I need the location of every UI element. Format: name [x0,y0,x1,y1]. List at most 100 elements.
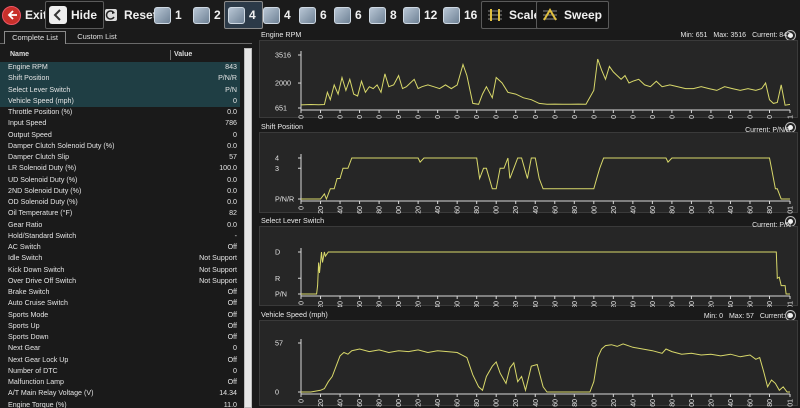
x-tick-label: 340 [630,206,637,214]
list-item[interactable]: LR Solenoid Duty (%) 100.0 [0,163,240,174]
list-item[interactable]: Malfunction Lamp Off [0,377,240,388]
list-item[interactable]: Input Speed 786 [0,118,240,129]
list-item[interactable]: OD Solenoid Duty (%) 0.0 [0,197,240,208]
x-tick-label: 100 [396,206,403,214]
list-item[interactable]: Sports Up Off [0,321,240,332]
layout-button-6[interactable]: 6 [299,1,327,29]
list-item[interactable]: Shift Position P/N/R [0,73,240,85]
graph-title: Shift Position [261,122,303,131]
layout-button-12[interactable]: 12 [403,1,437,29]
list-item[interactable]: Throttle Position (%) 0.0 [0,107,240,118]
layout-button-1[interactable]: 1 [154,1,182,29]
list-item[interactable]: Select Lever Switch P/N [0,84,240,96]
parameter-name: 2ND Solenoid Duty (%) [8,186,82,195]
parameter-value: Off [227,321,237,330]
y-tick-label: 651 [275,104,287,113]
hide-label: Hide [71,8,98,22]
graph-panel[interactable]: Shift Position Current: P/N/R 4 3 P/N/R 0 20 40… [259,122,800,214]
x-tick-label: 80 [377,301,384,307]
graph-plot[interactable]: Current: P/N D R P/N 0 20 40 60 80 100 120 140 160 18… [259,222,798,307]
x-tick-label: 501 [788,301,795,307]
graph-plot[interactable]: Min: 0 Max: 57 Current: 0 57 0 0 20 40 60 80 100 12… [259,313,798,407]
parameter-name: Brake Switch [8,288,50,296]
layout-button-4-selected[interactable]: 4 [224,1,263,29]
list-item[interactable]: AC Switch Off [0,242,240,253]
x-tick-label: 480 [767,206,774,214]
layout-button-8[interactable]: 8 [369,1,397,29]
list-item[interactable]: Sports Mode Off [0,310,240,321]
exit-button[interactable]: Exit [2,1,47,29]
parameter-name: Engine RPM [8,63,48,71]
list-item[interactable]: Number of DTC 0 [0,366,240,377]
parameter-name: Shift Position [8,74,50,83]
parameter-value: Not Support [199,254,237,263]
graph-panel[interactable]: Select Lever Switch Current: P/N D R P/N 0 20 4… [259,216,800,307]
column-divider[interactable] [170,50,171,60]
list-item[interactable]: Output Speed 0 [0,130,240,141]
list-item[interactable]: Kick Down Switch Not Support [0,265,240,276]
list-item[interactable]: A/T Main Relay Voltage (V) 14.34 [0,388,240,399]
layout-label: 4 [249,8,256,22]
y-tick-label: R [275,274,280,283]
hide-icon [49,6,67,24]
graph-plot[interactable]: Current: P/N/R 4 3 P/N/R 0 20 40 60 80 100 120 140 1… [259,127,798,214]
sweep-button[interactable]: Sweep [536,1,610,29]
list-item[interactable]: Sports Down Off [0,332,240,343]
hide-button[interactable]: Hide [45,1,105,29]
list-item[interactable]: Brake Switch Off [0,287,240,298]
parameter-value: Off [227,288,237,296]
list-item[interactable]: Next Gear 0 [0,343,240,354]
list-item[interactable]: Vehicle Speed (mph) 0 [0,95,240,107]
column-header-name[interactable]: Name [10,51,29,58]
list-item[interactable]: Gear Ratio 0.0 [0,220,240,231]
x-tick-label: 280 [572,399,579,407]
layout-button-6b[interactable]: 6 [334,1,362,29]
layout-button-16[interactable]: 16 [443,1,477,29]
x-tick-label: 20 [318,301,325,307]
graph-panel[interactable]: Vehicle Speed (mph) Min: 0 Max: 57 Current:… [259,310,800,407]
list-item[interactable]: 2ND Solenoid Duty (%) 0.0 [0,186,240,197]
x-tick-label: 40 [338,301,345,307]
x-tick-label: 260 [552,115,559,119]
x-tick-label: 220 [513,399,520,407]
scrollbar[interactable] [244,48,252,408]
list-item[interactable]: Idle Switch Not Support [0,253,240,264]
parameter-name: LR Solenoid Duty (%) [8,164,77,173]
graph-stat-max: Max: 3516 [713,32,747,39]
list-item[interactable]: Next Gear Lock Up Off [0,355,240,366]
parameter-name: Next Gear [8,344,41,353]
graph-stat-min: Min: 651 [680,32,708,39]
list-item[interactable]: Damper Clutch Slip 57 [0,152,240,163]
list-item[interactable]: Oil Temperature (°F) 82 [0,208,240,219]
list-item[interactable]: Engine Torque (%) 11.0 [0,400,240,408]
parameter-list: Engine RPM 843 Shift Position P/N/R Select L… [0,62,240,408]
x-tick-label: 240 [533,115,540,119]
x-tick-label: 220 [513,301,520,307]
parameter-name: Number of DTC [8,366,58,375]
parameter-name: Idle Switch [8,254,43,263]
parameter-value: 100.0 [219,164,237,173]
x-tick-label: 0 [299,115,306,119]
parameter-value: 57 [229,153,237,161]
column-header-value[interactable]: Value [174,51,192,58]
graph-plot[interactable]: Min: 651 Max: 3516 Current: 843 3516 2000 651… [259,32,798,119]
layout-label: 6 [320,8,327,22]
graph-panel[interactable]: Engine RPM Min: 651 Max: 3516 Current: 843 3… [259,30,800,119]
layout-button-2[interactable]: 2 [193,1,221,29]
list-item[interactable]: Auto Cruise Switch Off [0,298,240,309]
list-item[interactable]: Engine RPM 843 [0,62,240,74]
x-tick-label: 60 [357,206,364,214]
list-item[interactable]: UD Solenoid Duty (%) 0.0 [0,175,240,186]
reset-button[interactable]: Reset [102,1,157,29]
y-tick-label: P/N [275,290,287,299]
y-tick-label: 4 [275,154,279,163]
tab-complete-list[interactable]: Complete List [4,31,66,44]
y-tick-label: 57 [275,339,283,348]
x-tick-label: 40 [338,399,345,407]
tab-custom-list[interactable]: Custom List [70,31,124,44]
list-item[interactable]: Over Drive Off Switch Not Support [0,276,240,287]
list-item[interactable]: Damper Clutch Solenoid Duty (%) 0.0 [0,141,240,152]
x-tick-label: 340 [630,115,637,119]
list-item[interactable]: Hold/Standard Switch - [0,231,240,242]
layout-button-4b[interactable]: 4 [263,1,291,29]
